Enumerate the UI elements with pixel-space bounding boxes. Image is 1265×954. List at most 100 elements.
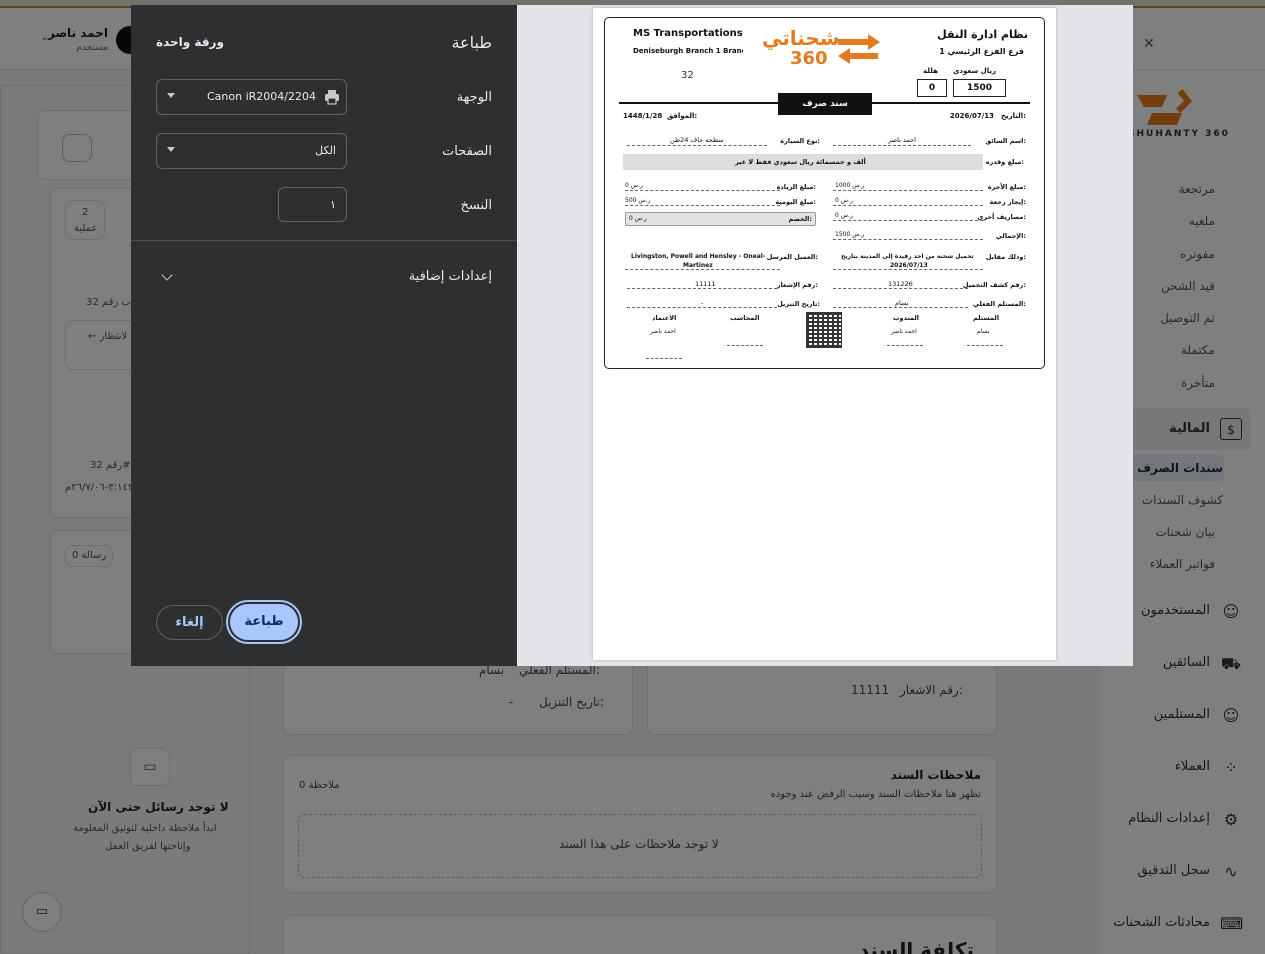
notice-label: رقم الإشعار: — [776, 281, 818, 289]
riyal-label: ريال سعودي — [952, 67, 996, 75]
copies-value: ١ — [330, 198, 336, 211]
actual-receiver-value: بسام — [895, 299, 909, 307]
sender-label: العميل المرسل: — [766, 253, 818, 261]
total-value: 1500 ر.س — [835, 231, 865, 238]
halala-value: 0 — [928, 83, 936, 93]
dotted-line — [627, 307, 777, 308]
in-exchange-value: تحميل شحنة من احد رفيدة إلى المدينة بتار… — [841, 253, 974, 260]
print-preview[interactable]: MS Transportations Deniseburgh Branch 1 … — [517, 5, 1133, 666]
dotted-line — [627, 145, 767, 146]
print-button[interactable]: طباعة — [226, 600, 302, 644]
signature-line — [887, 345, 923, 346]
sig-approval-name: احمد ناصر — [650, 328, 676, 335]
signature-line — [646, 358, 682, 359]
date-label: التاريخ: — [1000, 112, 1026, 120]
other-exp-label: مصاريف أخرى: — [977, 213, 1026, 221]
sig-rep-name: احمد ناصر — [891, 328, 917, 335]
amount-words-label: مبلغ وقدره: — [985, 158, 1024, 166]
pages-value: الكل — [315, 144, 336, 157]
company-en: MS Transportations — [633, 28, 743, 39]
chevron-down-icon[interactable] — [161, 269, 173, 281]
dotted-line — [833, 205, 983, 206]
total-label: الإجمالي: — [995, 232, 1026, 240]
car-type-value: سطحه جاف 24طن — [670, 136, 724, 144]
branch-ar: فرع الفرع الرئيسي 1 — [939, 47, 1024, 56]
car-type-label: نوع السيارة: — [780, 137, 820, 145]
pages-label: الصفحات — [441, 144, 492, 159]
hijri-value: 1448/1/28 — [623, 112, 663, 120]
halala-label: هللة — [923, 67, 938, 75]
driver-label: اسم السائق: — [985, 137, 1026, 145]
riyal-value: 1500 — [966, 83, 993, 93]
daily-value: 500 ر.س — [625, 197, 651, 204]
sig-approval-label: الاعتماد — [652, 314, 677, 322]
discount-label: الخصم: — [788, 215, 812, 223]
dotted-line — [833, 239, 983, 240]
daily-label: مبلغ اليومية: — [775, 198, 816, 206]
caret-down-icon — [167, 93, 175, 98]
driver-value: احمد ناصر — [888, 136, 916, 144]
fare-label: مبلغ الأجرة: — [987, 183, 1026, 191]
logo-number: 360 — [790, 48, 828, 69]
increase-label: مبلغ الزيادة: — [776, 183, 816, 191]
print-dialog: طباعة ورقة واحدة الوجهة Canon iR2004/220… — [131, 5, 1133, 666]
destination-select[interactable]: Canon iR2004/2204 — [156, 79, 347, 115]
voucher-title-badge: سند صرف — [778, 93, 872, 115]
in-exchange-label: وذلك مقابل: — [985, 253, 1026, 261]
sheet-count: ورقة واحدة — [156, 35, 224, 49]
destination-value: Canon iR2004/2204 — [207, 90, 316, 103]
notice-value: 11111 — [695, 280, 716, 288]
sig-accountant-label: المحاسب — [730, 314, 760, 322]
qr-code — [806, 312, 842, 348]
sender-value: Livingston, Powell and Hensley - Oneal- — [631, 253, 766, 260]
voucher-receipt: MS Transportations Deniseburgh Branch 1 … — [604, 17, 1045, 369]
copies-label: النسخ — [460, 198, 492, 213]
return-rent-value: 0 ر.س — [835, 197, 853, 204]
dotted-line — [833, 269, 983, 270]
halala-box: 0 — [917, 79, 947, 97]
print-settings-panel: طباعة ورقة واحدة الوجهة Canon iR2004/220… — [131, 5, 517, 666]
riyal-box: 1500 — [953, 79, 1006, 97]
copies-input[interactable]: ١ — [278, 187, 347, 222]
sender-value-2: Martinez — [683, 262, 713, 269]
dotted-line — [627, 288, 777, 289]
in-exchange-date: 2026/07/13 — [890, 262, 928, 269]
amount-words-value: ألف و خمسمائة ريال سعودي فقط لا غير — [735, 158, 866, 166]
dialog-title: طباعة — [451, 33, 492, 52]
destination-label: الوجهة — [456, 90, 492, 105]
caret-down-icon — [167, 147, 175, 152]
branch-en: Deniseburgh Branch 1 Branch — [633, 47, 743, 55]
divider — [131, 240, 517, 241]
other-exp-value: 0 ر.س — [835, 212, 853, 219]
dotted-line — [625, 190, 780, 191]
sig-rep-label: المندوب — [893, 314, 920, 322]
signature-line — [727, 345, 763, 346]
more-settings-toggle[interactable]: إعدادات إضافية — [409, 269, 492, 284]
preview-page: MS Transportations Deniseburgh Branch 1 … — [593, 8, 1056, 660]
voucher-title: سند صرف — [802, 99, 848, 109]
unload-label: تاريخ التنزيل: — [777, 300, 820, 308]
cancel-button[interactable]: إلغاء — [156, 605, 223, 640]
actual-receiver-label: المستلم الفعلي: — [972, 300, 1026, 308]
dotted-line — [833, 145, 971, 146]
receipt-logo: شحناتي 360 — [760, 24, 885, 72]
dotted-line — [833, 220, 983, 221]
discount-box — [625, 212, 816, 226]
logo-arrows-icon — [838, 34, 880, 64]
company-ar: نظام ادارة النقل — [937, 28, 1028, 41]
sig-receiver-name: بسام — [977, 328, 990, 335]
signature-line — [967, 345, 1003, 346]
doc-number: 32 — [681, 70, 694, 81]
dotted-line — [833, 190, 983, 191]
return-rent-label: إيجار رجعة: — [989, 198, 1026, 206]
unload-value: - — [701, 299, 704, 307]
increase-value: 0 ر.س — [625, 182, 643, 189]
pages-select[interactable]: الكل — [156, 133, 347, 169]
fare-value: 1000 ر.س — [835, 182, 865, 189]
printer-icon — [325, 90, 339, 105]
date-value: 2026/07/13 — [949, 112, 994, 120]
dotted-line — [833, 307, 968, 308]
manifest-label: رقم كشف التحميل: — [962, 281, 1026, 289]
dotted-line — [625, 205, 780, 206]
logo-text: شحناتي — [762, 26, 840, 50]
